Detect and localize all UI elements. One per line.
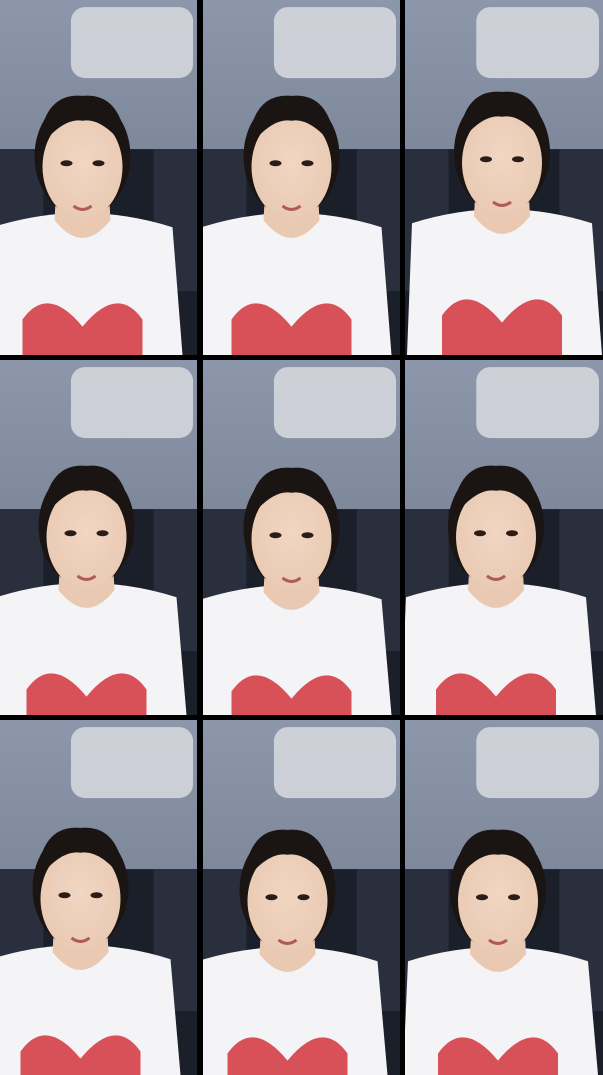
- photo-6: [405, 360, 603, 715]
- photo-grid: [0, 0, 603, 1075]
- photo-frame-7: [0, 720, 197, 1075]
- photo-frame-5: [203, 360, 400, 715]
- photo-2: [203, 0, 400, 355]
- photo-4: [0, 360, 197, 715]
- photo-frame-1: [0, 0, 197, 355]
- photo-3: [405, 0, 603, 355]
- photo-5: [203, 360, 400, 715]
- photo-8: [203, 720, 400, 1075]
- photo-9: [405, 720, 603, 1075]
- photo-frame-9: [405, 720, 603, 1075]
- photo-frame-2: [203, 0, 400, 355]
- photo-frame-6: [405, 360, 603, 715]
- photo-frame-4: [0, 360, 197, 715]
- photo-frame-3: [405, 0, 603, 355]
- photo-frame-8: [203, 720, 400, 1075]
- photo-7: [0, 720, 197, 1075]
- photo-1: [0, 0, 197, 355]
